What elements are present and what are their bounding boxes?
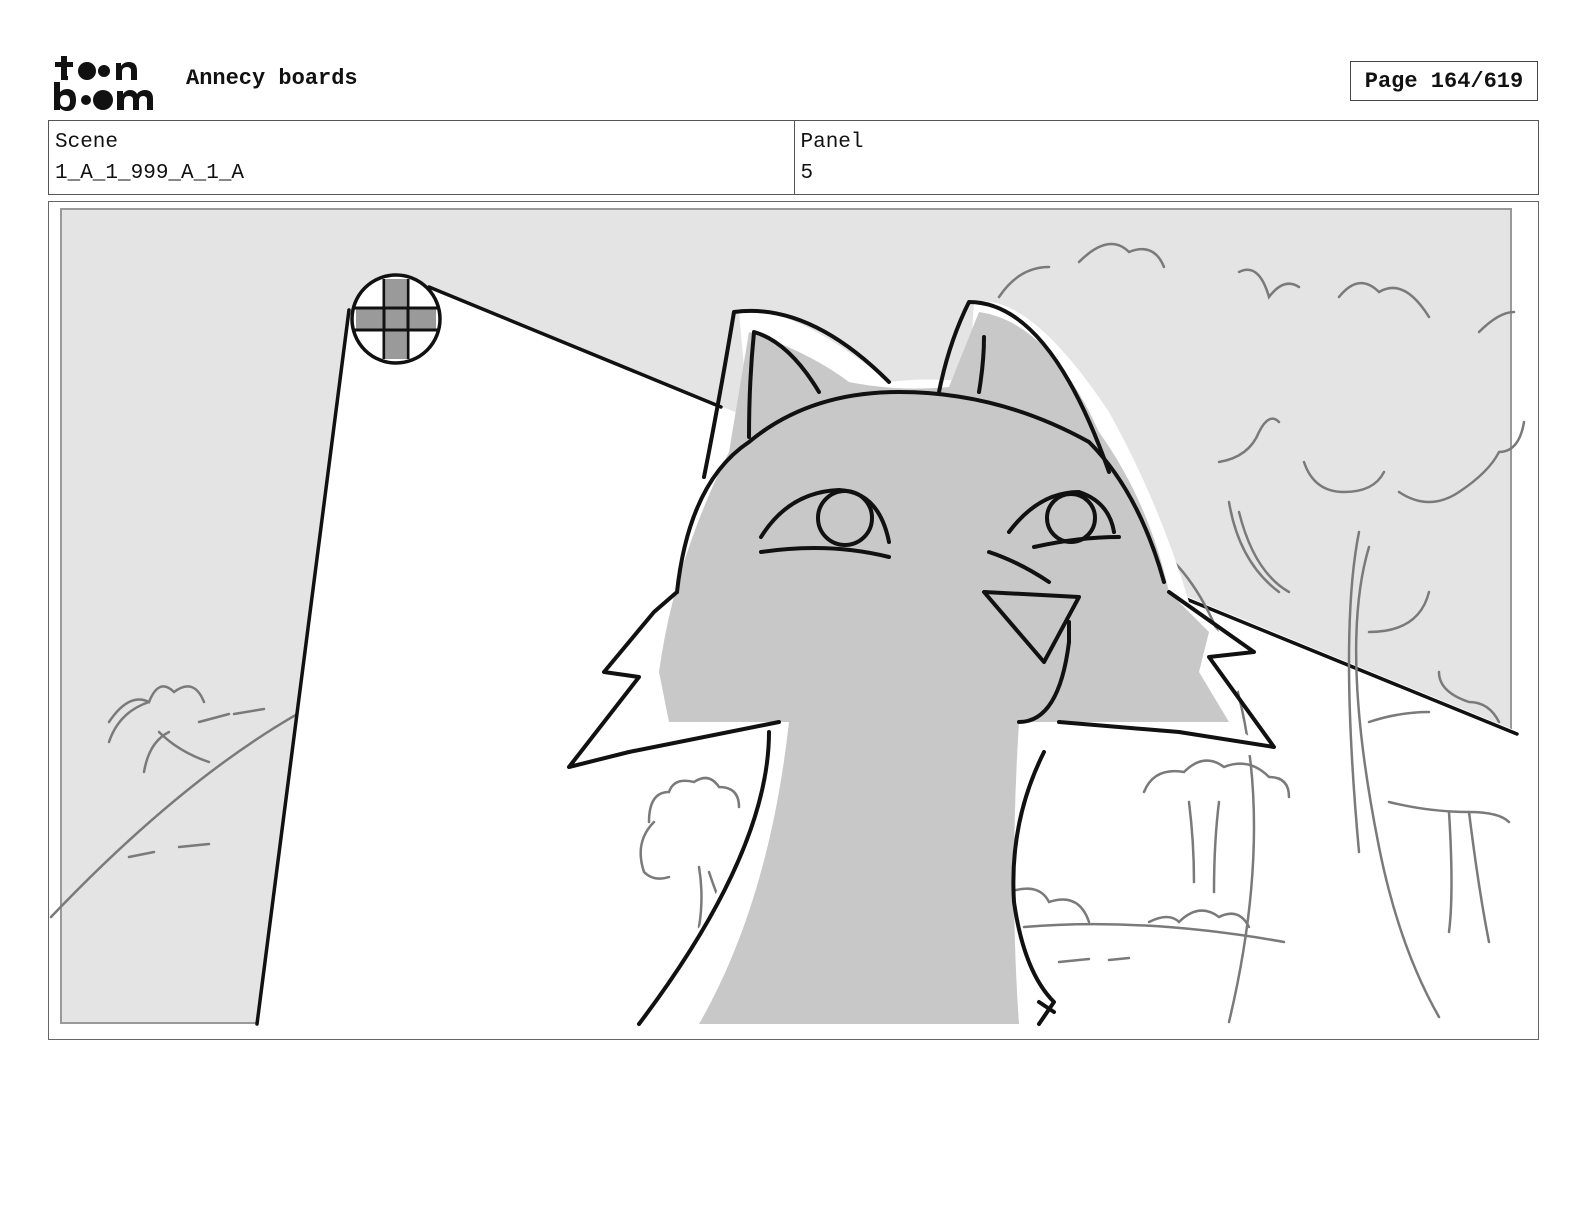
page-indicator: Page 164/619 [1350,61,1538,101]
crosshair-icon [350,273,442,365]
panel-value: 5 [800,162,814,185]
scene-label: Scene [55,131,119,154]
panel-label: Panel [800,131,864,154]
scene-value: 1_A_1_999_A_1_A [55,162,245,185]
scene-panel-table: Scene 1_A_1_999_A_1_A Panel 5 [48,120,1539,195]
project-title: Annecy boards [186,66,358,91]
toon-boom-logo [52,52,164,112]
panel-cell: Panel 5 [793,121,1539,194]
storyboard-panel [48,201,1539,1040]
logo-icon [54,56,153,111]
scene-cell: Scene 1_A_1_999_A_1_A [49,121,794,194]
panel-drawing [49,208,1526,1026]
page-indicator-text: Page 164/619 [1364,68,1524,94]
